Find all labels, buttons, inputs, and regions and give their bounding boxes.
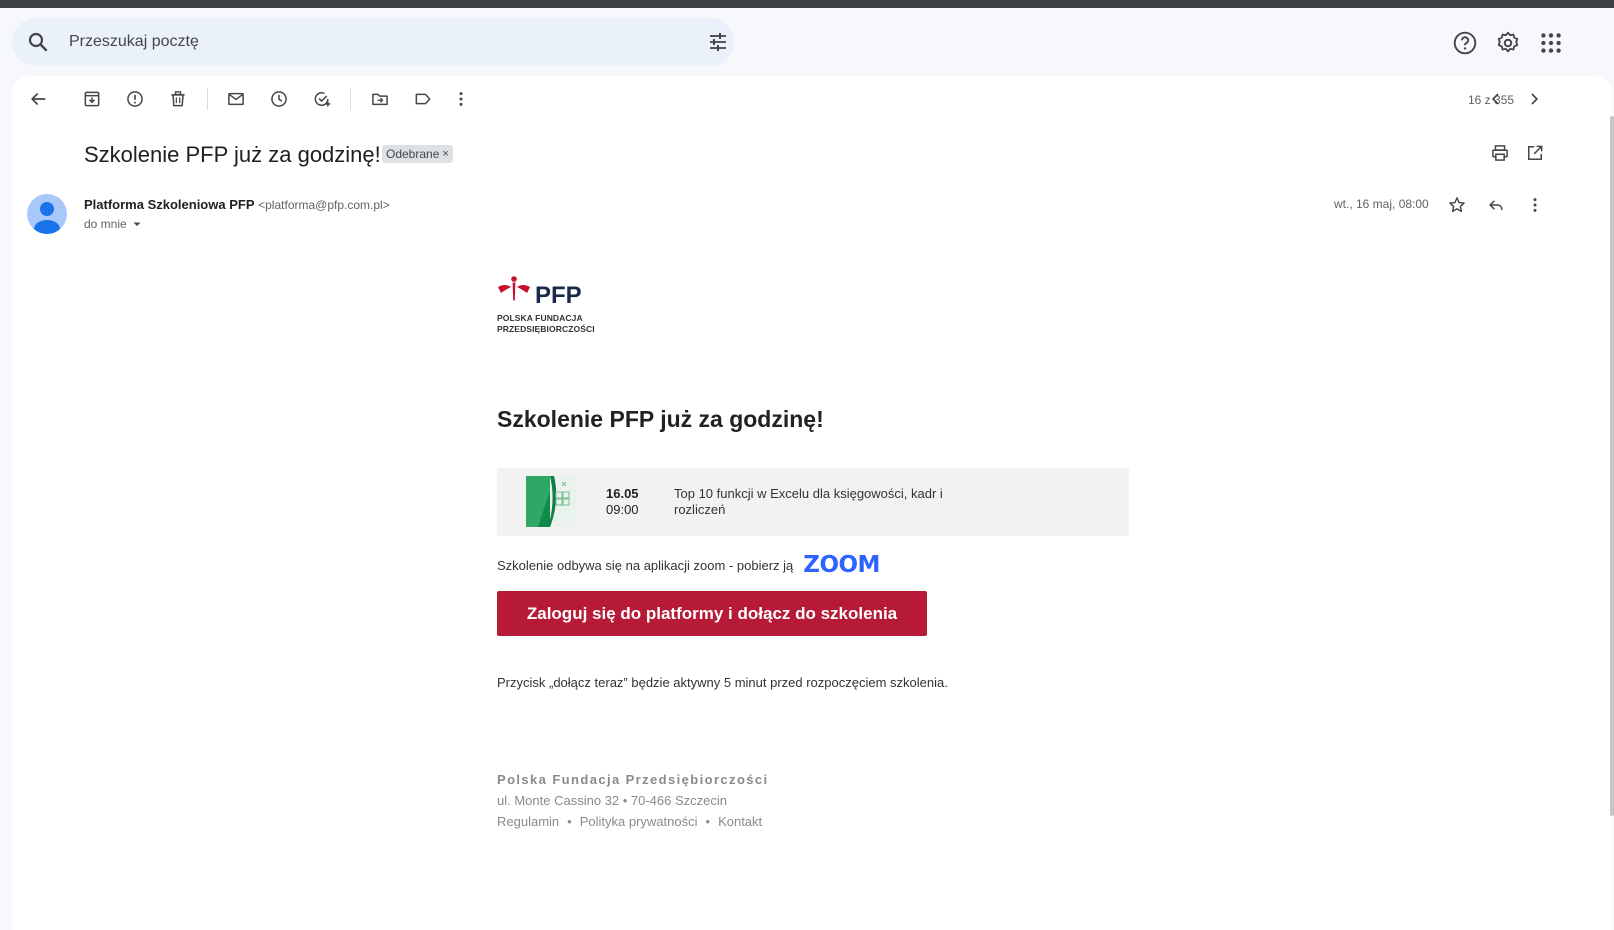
avatar[interactable] [27, 194, 67, 234]
footer-address: ul. Monte Cassino 32 • 70-466 Szczecin [497, 793, 728, 808]
email-subject: Szkolenie PFP już za godzinę! [84, 142, 381, 167]
footer-link-regulamin[interactable]: Regulamin [497, 814, 559, 829]
footer-separator: • [705, 814, 711, 829]
event-title: Top 10 funkcji w Excelu dla księgowości,… [674, 486, 943, 517]
print-icon[interactable] [1488, 141, 1512, 165]
zoom-info: Szkolenie odbywa się na aplikacji zoom -… [497, 552, 880, 578]
settings-icon[interactable] [1495, 30, 1521, 56]
search-input[interactable]: Przeszukaj pocztę [69, 33, 199, 51]
older-chevron-right-icon[interactable] [1522, 87, 1546, 111]
sender-info: Platforma Szkoleniowa PFP <platforma@pfp… [84, 197, 390, 212]
toolbar-divider [350, 88, 351, 110]
search-icon[interactable] [26, 30, 50, 54]
zoom-logo-link[interactable]: ZOOM [803, 552, 880, 578]
footer-link-privacy[interactable]: Polityka prywatności [580, 814, 698, 829]
scrollbar[interactable] [1610, 116, 1614, 816]
apps-grid-icon[interactable] [1538, 30, 1564, 56]
archive-icon[interactable] [80, 87, 104, 111]
zoom-info-text: Szkolenie odbywa się na aplikacji zoom -… [497, 557, 794, 573]
more-vert-icon[interactable] [449, 87, 473, 111]
add-to-tasks-icon[interactable] [310, 87, 334, 111]
email-heading: Szkolenie PFP już za godzinę! [497, 406, 824, 432]
inbox-label-chip[interactable]: Odebrane × [382, 145, 453, 163]
sender-name[interactable]: Platforma Szkoleniowa PFP [84, 197, 255, 212]
recipient-label: do mnie [84, 217, 127, 231]
logo-caption: POLSKA FUNDACJA PRZEDSIĘBIORCZOŚCI [497, 313, 595, 335]
pfp-logo: PFP POLSKA FUNDACJA PRZEDSIĘBIORCZOŚCI [497, 272, 617, 342]
logo-wordmark: PFP [535, 282, 582, 309]
window-top-bar [0, 0, 1614, 10]
footer-organization: Polska Fundacja Przedsiębiorczości [497, 772, 769, 787]
footer-link-contact[interactable]: Kontakt [718, 814, 762, 829]
footer-links: Regulamin • Polityka prywatności • Kontakt [497, 814, 762, 829]
pfp-logo-mark-icon: PFP [498, 276, 582, 309]
help-icon[interactable] [1452, 30, 1478, 56]
message-date: wt., 16 maj, 08:00 [1334, 197, 1429, 211]
snooze-icon[interactable] [267, 87, 291, 111]
sender-email: <platforma@pfp.com.pl> [258, 198, 390, 212]
reply-icon[interactable] [1484, 193, 1508, 217]
star-icon[interactable] [1445, 193, 1469, 217]
event-date: 16.05 [606, 486, 639, 501]
recipient-details[interactable]: do mnie [84, 217, 143, 231]
move-to-icon[interactable] [368, 87, 392, 111]
toolbar-divider [207, 88, 208, 110]
search-bar[interactable]: Przeszukaj pocztę [12, 18, 734, 66]
app-header: Przeszukaj pocztę [0, 10, 1614, 76]
logo-caption-line2: PRZEDSIĘBIORCZOŚCI [497, 324, 595, 334]
delete-icon[interactable] [166, 87, 190, 111]
back-arrow-icon[interactable] [26, 87, 50, 111]
footer-separator: • [567, 814, 572, 829]
report-spam-icon[interactable] [123, 87, 147, 111]
caret-down-icon[interactable] [131, 218, 143, 230]
remove-label-icon[interactable]: × [442, 148, 448, 160]
join-training-button[interactable]: Zaloguj się do platformy i dołącz do szk… [497, 591, 927, 636]
logo-caption-line1: POLSKA FUNDACJA [497, 313, 583, 323]
label-icon[interactable] [411, 87, 435, 111]
message-more-vert-icon[interactable] [1523, 193, 1547, 217]
message-view: 16 z 355 Szkolenie PFP już za godzinę! O… [12, 76, 1614, 930]
label-name: Odebrane [386, 147, 440, 161]
join-note: Przycisk „dołącz teraz” będzie aktywny 5… [497, 675, 948, 690]
search-options-icon[interactable] [706, 30, 730, 54]
event-time: 09:00 [606, 502, 639, 517]
event-datetime: 16.05 09:00 [606, 486, 639, 518]
open-in-new-window-icon[interactable] [1523, 141, 1547, 165]
event-card: 16.05 09:00 Top 10 funkcji w Excelu dla … [497, 468, 1129, 536]
mark-unread-icon[interactable] [224, 87, 248, 111]
newer-chevron-left-icon[interactable] [1484, 87, 1508, 111]
event-thumbnail-image [526, 476, 577, 527]
